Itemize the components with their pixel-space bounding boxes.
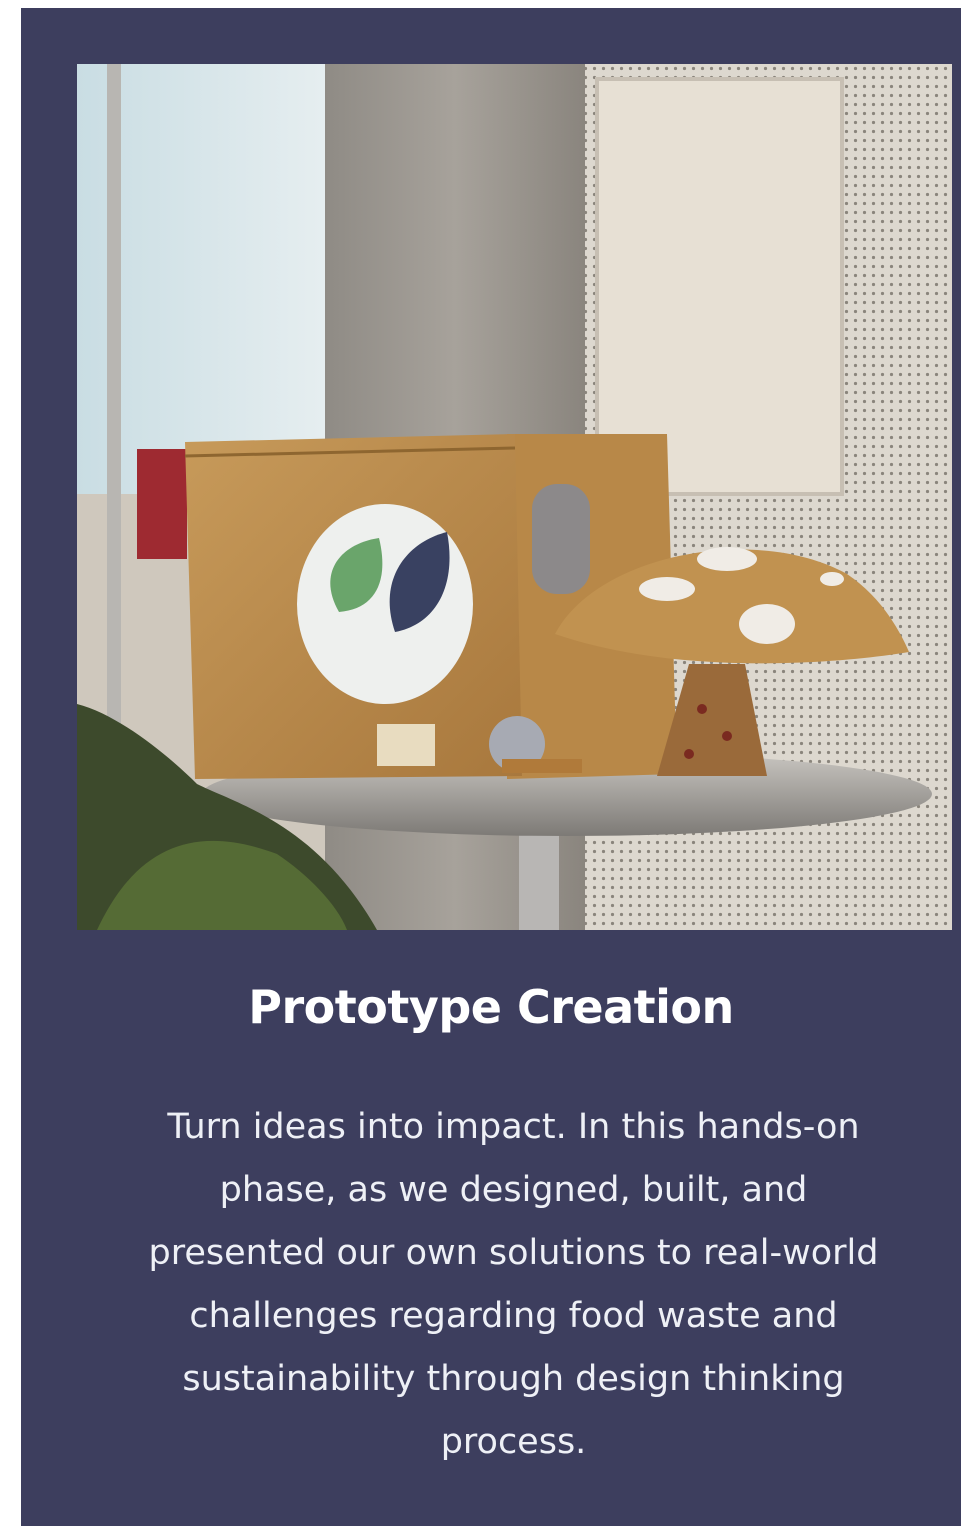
prototype-photo bbox=[77, 64, 952, 930]
description-line: process. bbox=[440, 1422, 587, 1462]
description-line: presented our own solutions to real-worl… bbox=[148, 1233, 879, 1273]
prototype-card: Prototype Creation Turn ideas into impac… bbox=[21, 8, 961, 1526]
prototype-photo-illustration bbox=[77, 64, 952, 930]
description-line: phase, as we designed, built, and bbox=[219, 1170, 808, 1210]
description-line: sustainability through design thinking bbox=[182, 1359, 845, 1399]
card-description: Turn ideas into impact. In this hands-on… bbox=[71, 1096, 956, 1474]
description-line: Turn ideas into impact. In this hands-on bbox=[167, 1107, 860, 1147]
card-title: Prototype Creation bbox=[248, 980, 734, 1034]
description-line: challenges regarding food waste and bbox=[189, 1296, 838, 1336]
